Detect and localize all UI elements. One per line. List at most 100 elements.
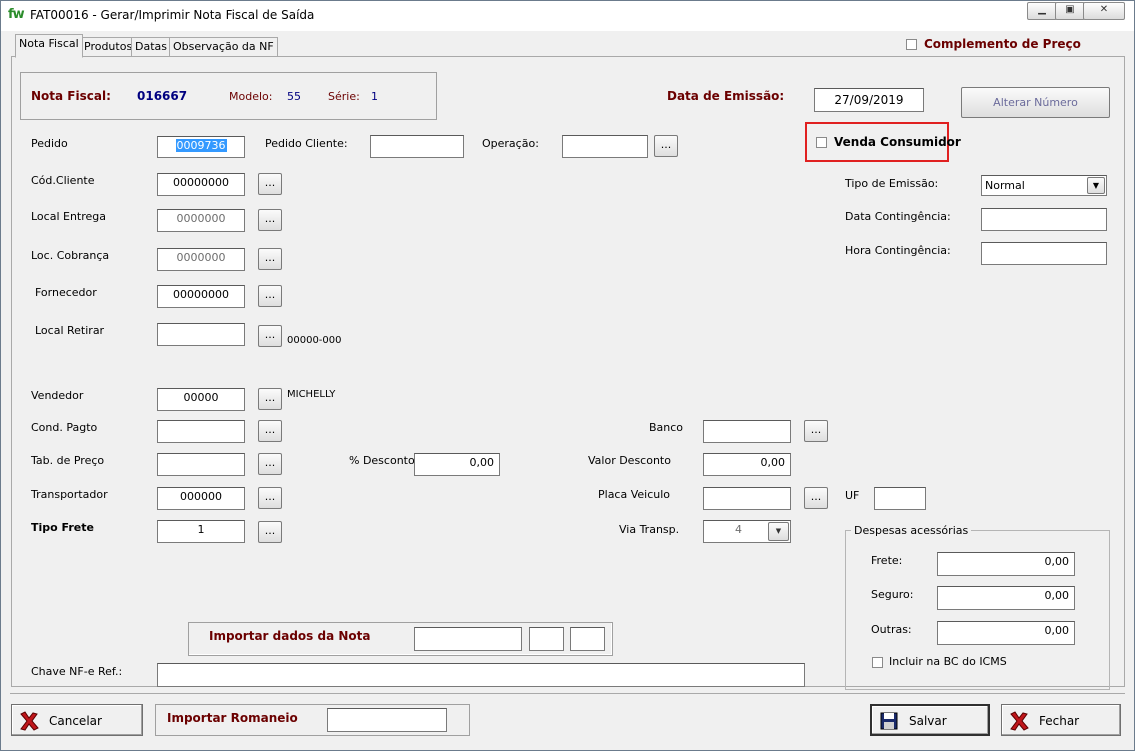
vendedor-field[interactable]: 00000 xyxy=(157,388,245,411)
placa-veiculo-lookup-button[interactable]: ... xyxy=(804,487,828,509)
venda-consumidor-label: Venda Consumidor xyxy=(834,135,961,149)
pedido-field[interactable]: 0009736 xyxy=(157,136,245,158)
modelo-value: 55 xyxy=(287,90,301,103)
pedido-label: Pedido xyxy=(31,137,68,150)
importar-nota-button[interactable]: Importar dados da Nota xyxy=(209,629,370,643)
cancelar-label: Cancelar xyxy=(49,714,102,728)
transportador-lookup-button[interactable]: ... xyxy=(258,487,282,509)
incluir-bc-icms-label: Incluir na BC do ICMS xyxy=(889,655,1007,668)
fornecedor-field[interactable]: 00000000 xyxy=(157,285,245,308)
outras-field[interactable]: 0,00 xyxy=(937,621,1075,645)
despesas-title: Despesas acessórias xyxy=(851,524,972,537)
placa-veiculo-field[interactable] xyxy=(703,487,791,510)
tab-nota-fiscal[interactable]: Nota Fiscal xyxy=(15,34,83,58)
banco-label: Banco xyxy=(649,421,684,434)
close-door-icon xyxy=(1010,711,1029,731)
cancelar-button[interactable]: Cancelar xyxy=(11,704,143,736)
close-button[interactable]: ✕ xyxy=(1083,2,1125,20)
operacao-lookup-button[interactable]: ... xyxy=(654,135,678,157)
salvar-button[interactable]: Salvar xyxy=(870,704,990,736)
complemento-preco-label: Complemento de Preço xyxy=(924,37,1081,51)
transportador-field[interactable]: 000000 xyxy=(157,487,245,510)
alterar-numero-button[interactable]: Alterar Número xyxy=(961,87,1110,118)
fornecedor-label: Fornecedor xyxy=(35,286,97,299)
pedido-cliente-field[interactable] xyxy=(370,135,464,158)
hora-contingencia-field[interactable] xyxy=(981,242,1107,265)
vendedor-name: MICHELLY xyxy=(287,389,336,400)
operacao-label: Operação: xyxy=(482,137,539,150)
cond-pagto-label: Cond. Pagto xyxy=(31,421,98,434)
banco-field[interactable] xyxy=(703,420,791,443)
tipo-emissao-label: Tipo de Emissão: xyxy=(845,177,939,190)
local-entrega-field[interactable]: 0000000 xyxy=(157,209,245,232)
tipo-emissao-dropdown-icon[interactable]: ▼ xyxy=(1087,177,1105,194)
serie-value: 1 xyxy=(371,90,378,103)
pedido-value: 0009736 xyxy=(175,139,227,152)
complemento-preco-checkbox[interactable] xyxy=(906,39,917,50)
serie-label: Série: xyxy=(328,90,360,103)
fornecedor-lookup-button[interactable]: ... xyxy=(258,285,282,307)
frete-field[interactable]: 0,00 xyxy=(937,552,1075,576)
footer-separator xyxy=(10,693,1125,694)
salvar-label: Salvar xyxy=(909,714,947,728)
venda-consumidor-checkbox[interactable] xyxy=(816,137,827,148)
local-entrega-label: Local Entrega xyxy=(31,210,107,223)
valor-desconto-field[interactable]: 0,00 xyxy=(703,453,791,476)
local-retirar-lookup-button[interactable]: ... xyxy=(258,325,282,347)
data-emissao-field[interactable]: 27/09/2019 xyxy=(814,88,924,112)
chave-nfe-label: Chave NF-e Ref.: xyxy=(31,665,123,678)
data-contingencia-label: Data Contingência: xyxy=(845,210,951,223)
chave-nfe-field[interactable] xyxy=(157,663,805,687)
cod-cliente-field[interactable]: 00000000 xyxy=(157,173,245,196)
uf-field[interactable] xyxy=(874,487,926,510)
tipo-frete-field[interactable]: 1 xyxy=(157,520,245,543)
data-emissao-label: Data de Emissão: xyxy=(667,89,785,103)
operacao-field[interactable] xyxy=(562,135,648,158)
pedido-cliente-label: Pedido Cliente: xyxy=(265,137,348,150)
tab-produtos[interactable]: Produtos xyxy=(80,37,137,56)
tab-preco-label: Tab. de Preço xyxy=(31,454,105,467)
loc-cobranca-lookup-button[interactable]: ... xyxy=(258,248,282,270)
tab-datas[interactable]: Datas xyxy=(131,37,171,56)
via-transp-dropdown-icon[interactable]: ▼ xyxy=(768,522,789,541)
fechar-button[interactable]: Fechar xyxy=(1001,704,1121,736)
tab-preco-lookup-button[interactable]: ... xyxy=(258,453,282,475)
desconto-pct-field[interactable]: 0,00 xyxy=(414,453,500,476)
romaneio-field[interactable] xyxy=(327,708,447,732)
tab-preco-field[interactable] xyxy=(157,453,245,476)
minimize-button[interactable]: ▁ xyxy=(1027,2,1057,20)
cancel-x-icon xyxy=(20,711,39,731)
desconto-pct-label: % Desconto xyxy=(349,454,415,467)
incluir-bc-icms-checkbox[interactable] xyxy=(872,657,883,668)
importar-nota-field-3[interactable] xyxy=(570,627,605,651)
outras-label: Outras: xyxy=(871,623,912,636)
tipo-frete-label: Tipo Frete xyxy=(31,521,94,534)
tab-observacao-nf[interactable]: Observação da NF xyxy=(169,37,278,56)
hora-contingencia-label: Hora Contingência: xyxy=(845,244,951,257)
importar-nota-field-2[interactable] xyxy=(529,627,564,651)
transportador-label: Transportador xyxy=(31,488,108,501)
nota-fiscal-label: Nota Fiscal: xyxy=(31,89,111,103)
cod-cliente-label: Cód.Cliente xyxy=(31,174,95,187)
valor-desconto-label: Valor Desconto xyxy=(588,454,671,467)
maximize-button[interactable]: ▣ xyxy=(1055,2,1085,20)
local-entrega-lookup-button[interactable]: ... xyxy=(258,209,282,231)
seguro-field[interactable]: 0,00 xyxy=(937,586,1075,610)
tipo-frete-lookup-button[interactable]: ... xyxy=(258,521,282,543)
local-retirar-field[interactable] xyxy=(157,323,245,346)
loc-cobranca-field[interactable]: 0000000 xyxy=(157,248,245,271)
floppy-disk-icon xyxy=(880,712,898,730)
local-retirar-label: Local Retirar xyxy=(35,324,105,337)
local-retirar-cep: 00000-000 xyxy=(287,335,342,346)
cond-pagto-field[interactable] xyxy=(157,420,245,443)
frete-label: Frete: xyxy=(871,554,903,567)
modelo-label: Modelo: xyxy=(229,90,273,103)
cod-cliente-lookup-button[interactable]: ... xyxy=(258,173,282,195)
data-contingencia-field[interactable] xyxy=(981,208,1107,231)
placa-veiculo-label: Placa Veiculo xyxy=(598,488,671,501)
importar-romaneio-button[interactable]: Importar Romaneio xyxy=(167,711,298,725)
importar-nota-field-1[interactable] xyxy=(414,627,522,651)
banco-lookup-button[interactable]: ... xyxy=(804,420,828,442)
vendedor-lookup-button[interactable]: ... xyxy=(258,388,282,410)
cond-pagto-lookup-button[interactable]: ... xyxy=(258,420,282,442)
